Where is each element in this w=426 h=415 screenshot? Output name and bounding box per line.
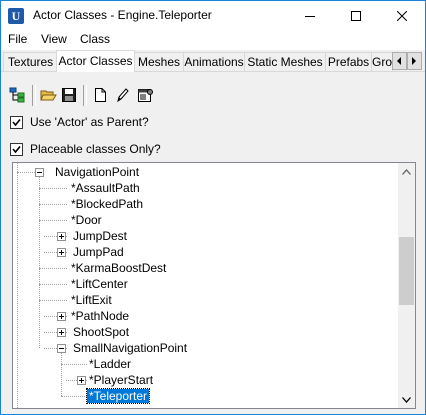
collapse-toggle[interactable]: [35, 168, 44, 177]
tree-item-teleporter[interactable]: *Teleporter: [85, 388, 151, 404]
tree-item-door[interactable]: *Door: [69, 212, 104, 228]
checkmark-icon: [12, 118, 21, 126]
class-tree-button[interactable]: [7, 85, 27, 105]
save-button[interactable]: [59, 85, 79, 105]
maximize-icon: [351, 11, 361, 21]
scroll-up-button[interactable]: [398, 163, 415, 180]
maximize-button[interactable]: [333, 1, 379, 31]
tree-item-ladder[interactable]: *Ladder: [87, 356, 133, 372]
tree-line: [39, 284, 67, 285]
tab-actor-classes[interactable]: Actor Classes: [56, 50, 135, 72]
tree-line: [39, 177, 40, 348]
tree-line: [39, 204, 67, 205]
tree-item-smallnavigationpoint[interactable]: SmallNavigationPoint: [71, 340, 189, 356]
tab-animations[interactable]: Animations: [183, 52, 245, 71]
chevron-down-icon: [402, 396, 411, 403]
placeable-only-checkbox[interactable]: [10, 142, 23, 156]
tree-scrollbar[interactable]: [398, 163, 415, 408]
tab-prefabs[interactable]: Prefabs: [325, 52, 372, 71]
scroll-thumb[interactable]: [399, 237, 414, 305]
tree-item-navigationpoint[interactable]: NavigationPoint: [53, 164, 141, 180]
tree-item-liftexit[interactable]: *LiftExit: [69, 292, 114, 308]
tree-line: [39, 268, 67, 269]
tree-item-assaultpath[interactable]: *AssaultPath: [69, 180, 142, 196]
expand-toggle[interactable]: [57, 248, 66, 257]
tab-scroll-right[interactable]: [407, 52, 422, 70]
toolbar: [1, 85, 425, 107]
expand-toggle[interactable]: [57, 312, 66, 321]
tree-line: [61, 396, 87, 397]
menu-view[interactable]: View: [37, 32, 71, 46]
tree-item-blockedpath[interactable]: *BlockedPath: [69, 196, 145, 212]
edit-pencil-icon: [116, 88, 129, 103]
open-button[interactable]: [38, 85, 58, 105]
actor-classes-window: U Actor Classes - Engine.Teleporter File…: [0, 0, 426, 415]
minimize-button[interactable]: [287, 1, 333, 31]
toolbar-separator: [32, 85, 36, 106]
tab-meshes[interactable]: Meshes: [134, 52, 184, 71]
open-folder-icon: [39, 90, 57, 101]
menu-file[interactable]: File: [4, 32, 31, 46]
save-disk-icon: [61, 88, 76, 102]
tree-line: [17, 172, 37, 173]
placeable-only-label: Placeable classes Only?: [30, 142, 161, 156]
expand-toggle[interactable]: [57, 328, 66, 337]
tree-item-pathnode[interactable]: *PathNode: [69, 308, 131, 324]
use-actor-parent-option[interactable]: Use 'Actor' as Parent?: [10, 114, 149, 130]
tree-item-shootspot[interactable]: ShootSpot: [71, 324, 131, 340]
menu-class[interactable]: Class: [76, 32, 114, 46]
properties-icon: [137, 89, 153, 102]
edit-button[interactable]: [112, 85, 132, 105]
class-tree[interactable]: NavigationPoint *AssaultPath *BlockedPat…: [12, 162, 416, 409]
use-actor-parent-label: Use 'Actor' as Parent?: [30, 115, 149, 129]
new-document-icon: [94, 88, 106, 102]
placeable-only-option[interactable]: Placeable classes Only?: [10, 141, 161, 157]
unreal-editor-icon: U: [8, 8, 24, 24]
tree-line: [39, 300, 67, 301]
minimize-icon: [305, 16, 315, 17]
tree-item-karmaboostdest[interactable]: *KarmaBoostDest: [69, 260, 168, 276]
tab-scroll-left[interactable]: [392, 52, 407, 70]
tree-line: [39, 188, 67, 189]
chevron-left-icon: [397, 57, 401, 65]
expand-toggle[interactable]: [77, 376, 86, 385]
expand-toggle[interactable]: [57, 232, 66, 241]
tree-item-playerstart[interactable]: *PlayerStart: [87, 372, 155, 388]
class-tree-icon: [9, 87, 24, 103]
title-bar[interactable]: U Actor Classes - Engine.Teleporter: [1, 1, 425, 31]
tree-item-liftcenter[interactable]: *LiftCenter: [69, 276, 130, 292]
collapse-toggle[interactable]: [57, 344, 66, 353]
tree-line: [61, 353, 62, 396]
tab-static-meshes[interactable]: Static Meshes: [244, 52, 326, 71]
tree-item-jumppad[interactable]: JumpPad: [71, 244, 126, 260]
tree-line: [39, 220, 67, 221]
scroll-down-button[interactable]: [398, 391, 415, 408]
use-actor-parent-checkbox[interactable]: [10, 115, 23, 129]
window-title: Actor Classes - Engine.Teleporter: [33, 8, 212, 22]
tab-textures[interactable]: Textures: [3, 52, 58, 71]
tree-line: [17, 163, 18, 408]
properties-button[interactable]: [135, 85, 155, 105]
tree-item-jumpdest[interactable]: JumpDest: [71, 228, 129, 244]
class-tree-viewport: NavigationPoint *AssaultPath *BlockedPat…: [13, 163, 398, 408]
new-button[interactable]: [90, 85, 110, 105]
close-button[interactable]: [379, 1, 425, 31]
browser-tabs: Textures Actor Classes Meshes Animations…: [1, 50, 425, 72]
tab-groups[interactable]: Gro: [371, 52, 393, 71]
close-icon: [397, 11, 407, 21]
toolbar-separator: [83, 85, 87, 106]
menu-bar: File View Class: [1, 31, 425, 50]
chevron-up-icon: [402, 168, 411, 175]
tree-line: [61, 364, 87, 365]
chevron-right-icon: [412, 57, 416, 65]
checkmark-icon: [12, 145, 21, 153]
